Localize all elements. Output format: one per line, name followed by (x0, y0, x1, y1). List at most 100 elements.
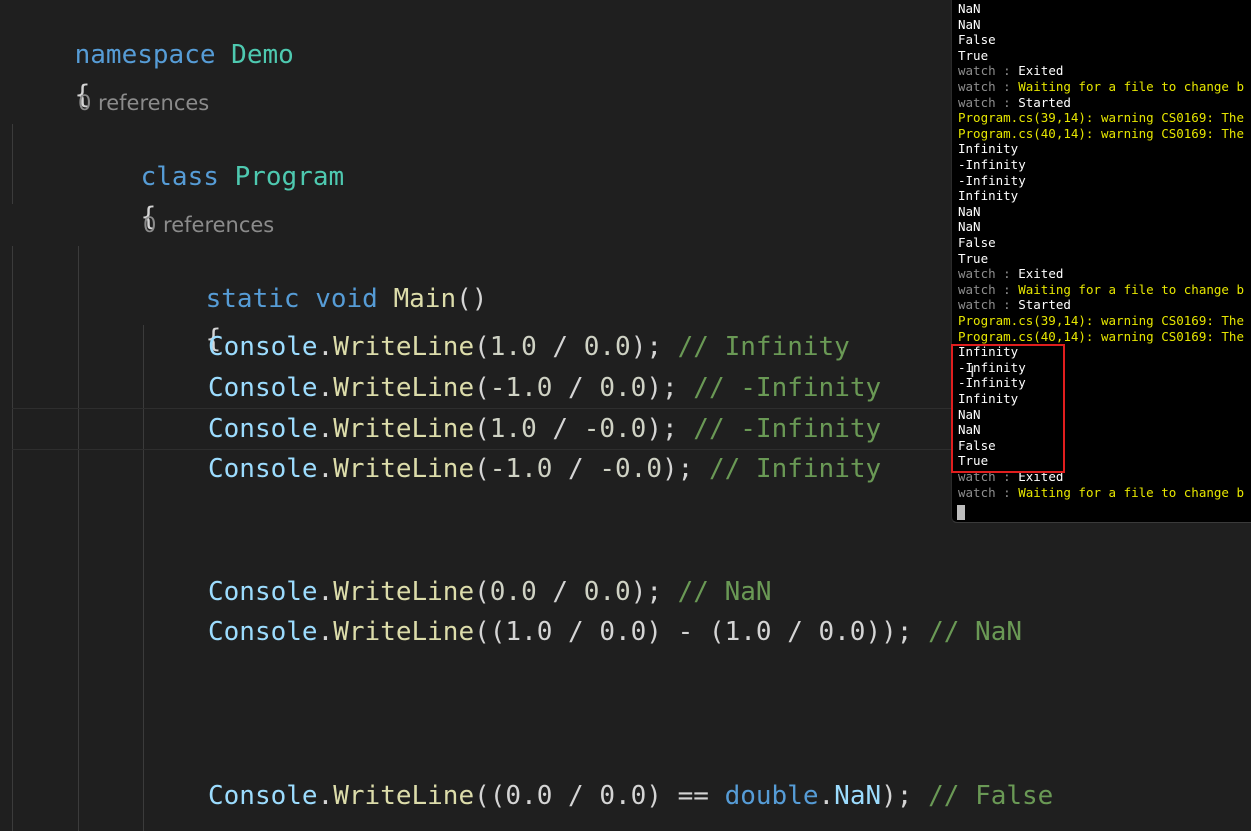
terminal-text: NaN (958, 203, 981, 219)
method-call: WriteLine (333, 454, 475, 484)
method-call: WriteLine (333, 617, 475, 647)
indent-guide (78, 246, 79, 831)
operator: / (536, 414, 584, 444)
code-line-writeline[interactable]: Console.WriteLine(1.0 / 0.0); // Infinit… (208, 330, 850, 364)
terminal-text: watch : (958, 63, 1019, 79)
operator: / (536, 577, 584, 607)
paren: ); (630, 577, 662, 607)
code-line-open-brace[interactable]: { (12, 44, 91, 110)
number: 0.0 (583, 332, 631, 362)
class-ref: Console (208, 577, 318, 607)
method-name: Main (393, 284, 457, 314)
terminal-text: watch : (958, 281, 1019, 297)
terminal-text: Started (1018, 297, 1071, 313)
code-line-class-brace[interactable]: { (78, 166, 157, 232)
paren: ); (662, 454, 694, 484)
terminal-text: Waiting for a file to change b (1018, 79, 1244, 94)
comment: // False (912, 781, 1054, 811)
codelens-class-references[interactable]: 0 references (78, 91, 209, 115)
paren: ( (474, 332, 490, 362)
paren: ( (474, 373, 490, 403)
terminal-text: Program.cs(40,14): warning CS0169: The (958, 125, 1244, 141)
terminal-output-line: watch : Waiting for a file to change b (958, 79, 1244, 95)
code-line-namespace[interactable]: namespace Demo (12, 4, 294, 70)
terminal-text: Program.cs(39,14): warning CS0169: The (958, 313, 1244, 328)
code-line-writeline[interactable]: Console.WriteLine(-1.0 / -0.0); // Infin… (208, 452, 881, 486)
code-line-writeline[interactable]: Console.WriteLine(-1.0 / 0.0); // -Infin… (208, 371, 881, 405)
terminal-text: True (958, 250, 989, 266)
terminal-output-line: True (958, 48, 988, 64)
codelens-method-references[interactable]: 0 references (143, 213, 274, 237)
parens: () (456, 284, 488, 314)
terminal-text: Waiting for a file to change b (1018, 484, 1244, 500)
number: -0.0 (583, 414, 647, 444)
comment: // -Infinity (677, 414, 882, 444)
operator: / (552, 373, 600, 403)
code-line-writeline[interactable]: Console.WriteLine(0.0 / 0.0); // NaN (208, 575, 772, 609)
terminal-text: Infinity (958, 188, 1019, 204)
terminal-output-line: False (958, 235, 996, 251)
method-call: WriteLine (333, 414, 475, 444)
terminal-output-line: Program.cs(40,14): warning CS0169: The (958, 126, 1244, 142)
ibeam-cursor-icon: I (970, 362, 975, 381)
terminal-text: NaN (958, 1, 981, 16)
keyword: void (315, 284, 378, 314)
code-line-main-brace[interactable]: { (143, 288, 222, 354)
code-line-class[interactable]: class Program (78, 126, 345, 192)
method-call: WriteLine (333, 577, 475, 607)
class-ref: Console (208, 414, 318, 444)
terminal-text: Program.cs(39,14): warning CS0169: The (958, 110, 1244, 126)
terminal-text: True (958, 47, 989, 63)
terminal-output-line: watch : Started (958, 297, 1071, 313)
dot: . (317, 373, 334, 403)
terminal-output-line: Infinity (958, 188, 1018, 204)
terminal-text: Program.cs(40,14): warning CS0169: The (958, 328, 1244, 344)
keyword: double (724, 781, 819, 811)
code-line-writeline-nan[interactable]: Console.WriteLine((1.0 / 0.0) - (1.0 / 0… (208, 615, 1022, 649)
equality-operator: == (677, 781, 709, 811)
operator: / (536, 332, 584, 362)
terminal-output-line: watch : Exited (958, 266, 1063, 282)
comment: // NaN (912, 617, 1022, 647)
code-line-main[interactable]: static void Main() (143, 248, 488, 314)
class-ref: Console (208, 373, 318, 403)
terminal-text: Exited (1018, 63, 1064, 79)
paren: ); (646, 373, 678, 403)
terminal-output-line: NaN (958, 1, 981, 17)
terminal-output-line: NaN (958, 17, 981, 33)
class-name: Program (234, 162, 345, 192)
terminal-text: -Infinity (958, 157, 1026, 172)
terminal-output-line: False (958, 32, 996, 48)
terminal-text: Infinity (958, 141, 1019, 157)
expression: ((0.0 / 0.0) (474, 781, 678, 811)
method-call: WriteLine (333, 332, 475, 362)
terminal-output-line: watch : Exited (958, 63, 1063, 79)
class-ref: Console (208, 617, 318, 647)
class-ref: Console (208, 454, 318, 484)
dot: . (317, 577, 334, 607)
paren: ( (474, 454, 490, 484)
number: -1.0 (489, 373, 553, 403)
class-ref: Console (208, 332, 318, 362)
dot: . (317, 781, 334, 811)
terminal-output-line: watch : Waiting for a file to change b (958, 282, 1244, 298)
paren: ( (474, 577, 490, 607)
code-line-writeline-equals[interactable]: Console.WriteLine((0.0 / 0.0) == double.… (208, 779, 1053, 813)
comment: // -Infinity (677, 373, 882, 403)
paren: ); (646, 414, 678, 444)
terminal-text: watch : (958, 297, 1019, 313)
terminal-text: watch : (958, 79, 1019, 94)
dot: . (317, 332, 334, 362)
terminal-text: watch : (958, 484, 1019, 500)
terminal-output-line: Program.cs(39,14): warning CS0169: The (958, 313, 1244, 329)
comment: // NaN (662, 577, 772, 607)
terminal-text: False (958, 235, 996, 250)
terminal-output-line: NaN (958, 204, 981, 220)
operator: / (552, 454, 600, 484)
terminal-text: Waiting for a file to change b (1018, 281, 1244, 297)
code-line-writeline[interactable]: Console.WriteLine(1.0 / -0.0); // -Infin… (208, 412, 881, 446)
terminal-output-line: Program.cs(39,14): warning CS0169: The (958, 110, 1244, 126)
number: 1.0 (489, 332, 537, 362)
terminal-text: -Infinity (958, 172, 1026, 188)
